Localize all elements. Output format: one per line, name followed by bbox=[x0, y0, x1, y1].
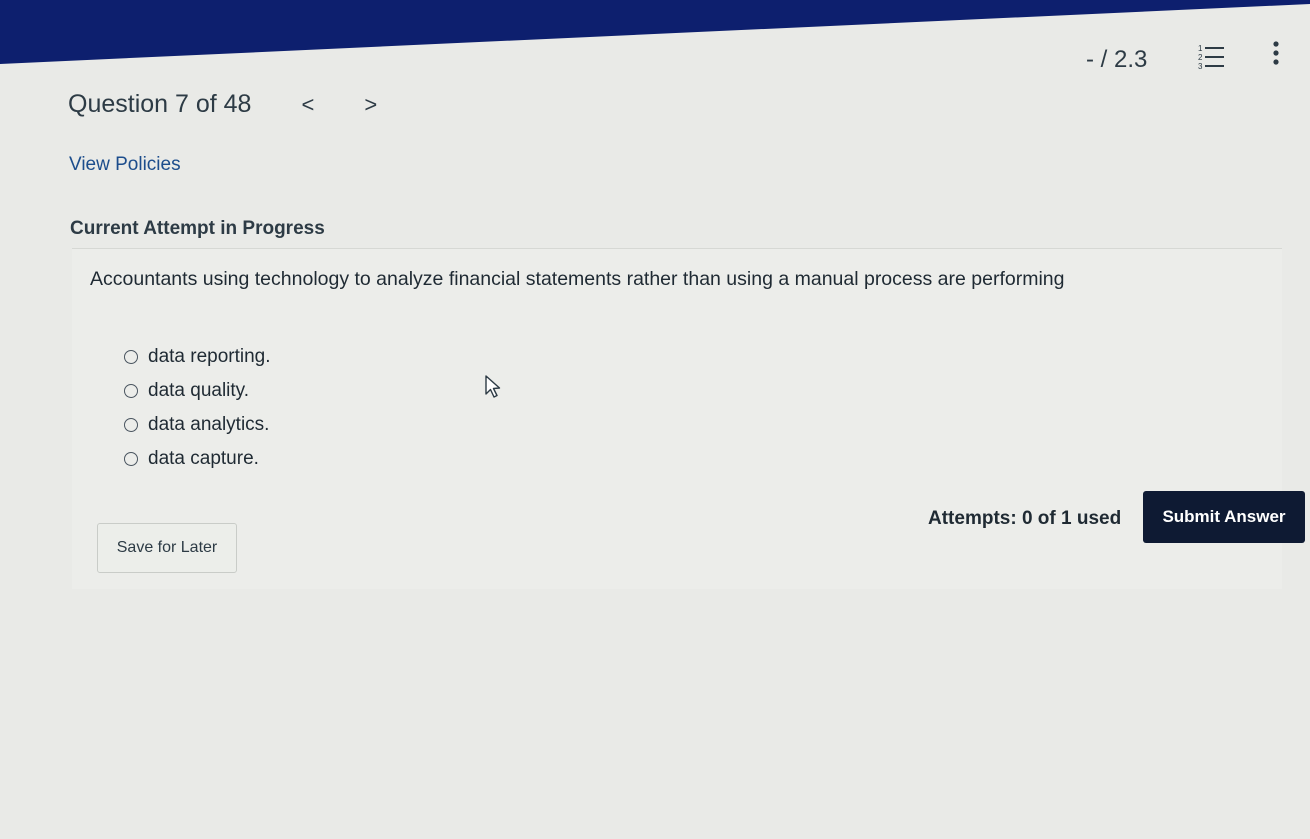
answer-option-label: data reporting. bbox=[148, 346, 271, 367]
answer-option-label: data quality. bbox=[148, 380, 250, 401]
radio-button[interactable] bbox=[124, 418, 138, 432]
question-text: Accountants using technology to analyze … bbox=[90, 268, 1065, 290]
score-display: - / 2.3 bbox=[1086, 46, 1148, 73]
previous-question-button[interactable]: < bbox=[291, 92, 324, 118]
radio-button[interactable] bbox=[124, 452, 138, 466]
save-for-later-button[interactable]: Save for Later bbox=[97, 523, 237, 573]
question-list-button[interactable]: 1 2 3 bbox=[1196, 40, 1228, 74]
attempts-counter: Attempts: 0 of 1 used bbox=[928, 508, 1122, 529]
answer-option-label: data capture. bbox=[148, 448, 259, 469]
more-options-button[interactable] bbox=[1266, 38, 1286, 72]
attempt-status: Current Attempt in Progress bbox=[70, 218, 325, 239]
answer-option[interactable]: data analytics. bbox=[124, 408, 271, 442]
submit-answer-button[interactable]: Submit Answer bbox=[1143, 491, 1305, 543]
radio-button[interactable] bbox=[124, 384, 138, 398]
vertical-ellipsis-icon bbox=[1273, 41, 1279, 65]
view-policies-link[interactable]: View Policies bbox=[69, 154, 181, 176]
mouse-cursor-icon bbox=[485, 375, 501, 398]
answer-option[interactable]: data quality. bbox=[124, 374, 271, 408]
answer-option-label: data analytics. bbox=[148, 414, 270, 435]
answer-options: data reporting. data quality. data analy… bbox=[124, 340, 271, 476]
svg-text:1: 1 bbox=[1198, 44, 1203, 53]
quiz-page: - / 2.3 1 2 3 Question 7 of 48 < > View … bbox=[0, 0, 1310, 839]
answer-option[interactable]: data capture. bbox=[124, 442, 271, 476]
numbered-list-icon: 1 2 3 bbox=[1198, 44, 1224, 71]
next-question-button[interactable]: > bbox=[354, 92, 387, 118]
answer-option[interactable]: data reporting. bbox=[124, 340, 271, 374]
question-header: Question 7 of 48 < > bbox=[68, 90, 387, 119]
svg-text:2: 2 bbox=[1198, 53, 1203, 62]
question-counter: Question 7 of 48 bbox=[68, 90, 252, 118]
svg-text:3: 3 bbox=[1198, 62, 1203, 71]
radio-button[interactable] bbox=[124, 350, 138, 364]
